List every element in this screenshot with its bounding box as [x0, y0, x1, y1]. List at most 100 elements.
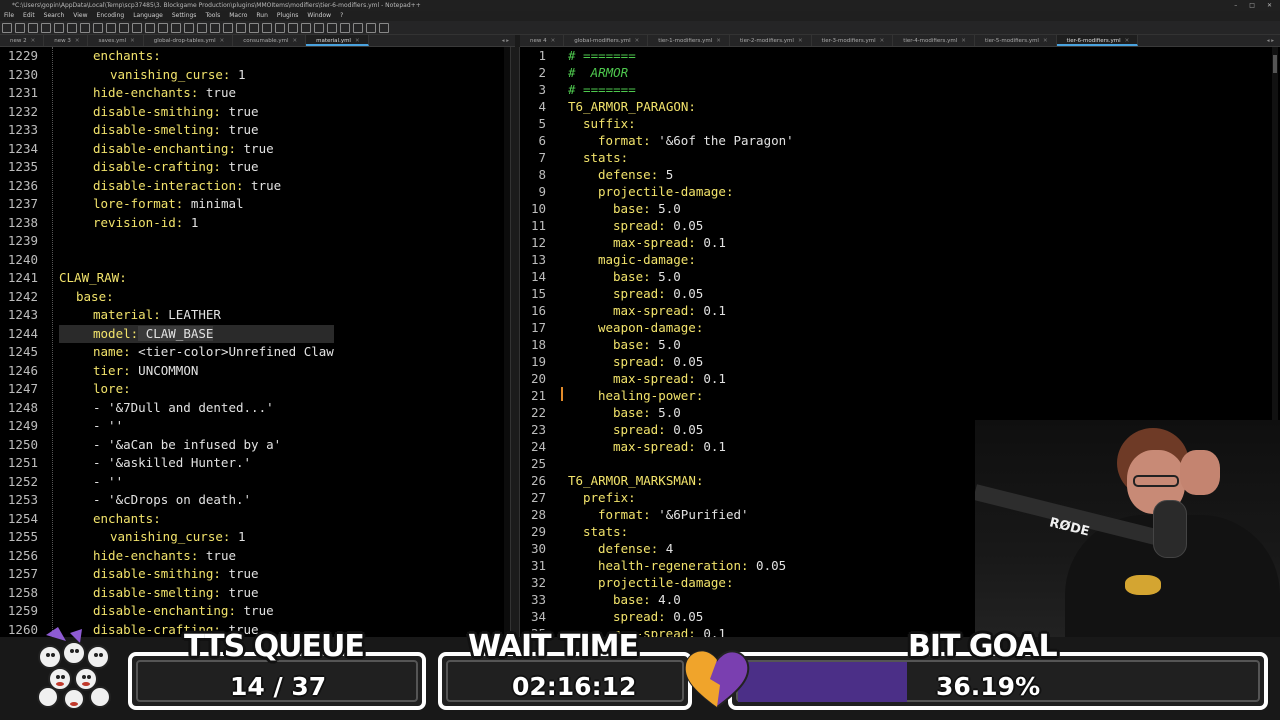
tab-global-modifiers-yml[interactable]: global-modifiers.yml ✕ — [564, 35, 649, 46]
toolbar-button-icon[interactable] — [28, 22, 38, 33]
code-line[interactable]: base: 5.0 — [568, 200, 794, 217]
toolbar-button-icon[interactable] — [67, 22, 77, 33]
menu-item-macro[interactable]: Macro — [229, 11, 247, 21]
code-line[interactable]: revision-id: 1 — [59, 214, 334, 233]
tab-tier-3-modifiers-yml[interactable]: tier-3-modifiers.yml ✕ — [812, 35, 894, 46]
menu-item-search[interactable]: Search — [44, 11, 65, 21]
code-line[interactable]: lore: — [59, 380, 334, 399]
toolbar-button-icon[interactable] — [340, 22, 350, 33]
menu-item-encoding[interactable]: Encoding — [97, 11, 125, 21]
code-line[interactable]: disable-enchanting: true — [59, 140, 334, 159]
toolbar-button-icon[interactable] — [171, 22, 181, 33]
toolbar-button-icon[interactable] — [262, 22, 272, 33]
code-line[interactable]: disable-smelting: true — [59, 584, 334, 603]
tab-scroll-icon[interactable]: ◂ ▸ — [496, 35, 515, 46]
close-tab-icon[interactable]: ✕ — [880, 38, 885, 44]
close-tab-icon[interactable]: ✕ — [220, 38, 225, 44]
code-line[interactable]: base: 4.0 — [568, 591, 794, 608]
code-line[interactable]: material: LEATHER — [59, 306, 334, 325]
code-line[interactable]: projectile-damage: — [568, 574, 794, 591]
close-tab-icon[interactable]: ✕ — [1125, 38, 1130, 44]
code-line[interactable]: T6_ARMOR_MARKSMAN: — [568, 472, 794, 489]
toolbar-button-icon[interactable] — [119, 22, 129, 33]
code-area[interactable]: # ======= # ARMOR # ======= T6_ARMOR_PARAGO… — [568, 47, 794, 637]
code-line[interactable]: magic-damage: — [568, 251, 794, 268]
code-line[interactable]: prefix: — [568, 489, 794, 506]
toolbar-button-icon[interactable] — [223, 22, 233, 33]
menu-item-settings[interactable]: Settings — [172, 11, 197, 21]
code-line[interactable]: - '&askilled Hunter.' — [59, 454, 334, 473]
toolbar-button-icon[interactable] — [41, 22, 51, 33]
tab-tier-4-modifiers-yml[interactable]: tier-4-modifiers.yml ✕ — [893, 35, 975, 46]
close-tab-icon[interactable]: ✕ — [635, 38, 640, 44]
code-line[interactable]: stats: — [568, 523, 794, 540]
code-line[interactable]: disable-smithing: true — [59, 103, 334, 122]
code-line[interactable]: defense: 4 — [568, 540, 794, 557]
close-tab-icon[interactable]: ✕ — [798, 38, 803, 44]
code-line[interactable]: vanishing_curse: 1 — [59, 66, 334, 85]
code-line[interactable]: spread: 0.05 — [568, 217, 794, 234]
toolbar-button-icon[interactable] — [353, 22, 363, 33]
minimize-icon[interactable]: – — [1234, 0, 1237, 11]
code-line[interactable]: disable-enchanting: true — [59, 602, 334, 621]
tab-new-4[interactable]: new 4 ✕ — [520, 35, 565, 46]
code-line[interactable]: # ======= — [568, 81, 794, 98]
code-line[interactable]: base: 5.0 — [568, 404, 794, 421]
tab-consumable-yml[interactable]: consumable.yml ✕ — [233, 35, 307, 46]
tab-scroll-icon[interactable]: ◂ ▸ — [1261, 35, 1280, 46]
toolbar-button-icon[interactable] — [197, 22, 207, 33]
toolbar-button-icon[interactable] — [314, 22, 324, 33]
tab-new-3[interactable]: new 3 ✕ — [44, 35, 89, 46]
tab-new-2[interactable]: new 2 ✕ — [0, 35, 45, 46]
code-line[interactable] — [59, 232, 334, 251]
code-line[interactable]: hide-enchants: true — [59, 84, 334, 103]
view-splitter[interactable] — [510, 47, 520, 637]
close-icon[interactable]: ✕ — [1267, 0, 1272, 11]
code-line[interactable]: max-spread: 0.1 — [568, 234, 794, 251]
code-line[interactable]: hide-enchants: true — [59, 547, 334, 566]
menu-item-[interactable]: ? — [340, 11, 343, 21]
code-line[interactable] — [59, 251, 334, 270]
code-line[interactable]: healing-power: — [568, 387, 794, 404]
toolbar-button-icon[interactable] — [158, 22, 168, 33]
code-line[interactable] — [568, 455, 794, 472]
close-tab-icon[interactable]: ✕ — [716, 38, 721, 44]
menu-item-view[interactable]: View — [73, 11, 87, 21]
code-line[interactable]: CLAW_RAW: — [59, 269, 334, 288]
code-line[interactable]: spread: 0.05 — [568, 421, 794, 438]
code-line[interactable]: defense: 5 — [568, 166, 794, 183]
close-tab-icon[interactable]: ✕ — [75, 38, 80, 44]
menu-item-plugins[interactable]: Plugins — [277, 11, 299, 21]
scrollbar-thumb[interactable] — [1273, 55, 1277, 73]
toolbar-button-icon[interactable] — [93, 22, 103, 33]
code-line[interactable]: - '&aCan be infused by a' — [59, 436, 334, 455]
code-line[interactable]: base: 5.0 — [568, 268, 794, 285]
close-tab-icon[interactable]: ✕ — [130, 38, 135, 44]
toolbar-button-icon[interactable] — [327, 22, 337, 33]
close-tab-icon[interactable]: ✕ — [551, 38, 556, 44]
toolbar-button-icon[interactable] — [275, 22, 285, 33]
toolbar-button-icon[interactable] — [2, 22, 12, 33]
toolbar-button-icon[interactable] — [236, 22, 246, 33]
code-line[interactable]: enchants: — [59, 47, 334, 66]
menu-item-language[interactable]: Language — [133, 11, 163, 21]
code-line[interactable]: model: CLAW_BASE — [59, 324, 334, 343]
code-line[interactable]: # ARMOR — [568, 64, 794, 81]
toolbar-button-icon[interactable] — [301, 22, 311, 33]
tab-global-drop-tables-yml[interactable]: global-drop-tables.yml ✕ — [144, 35, 234, 46]
code-line[interactable]: max-spread: 0.1 — [568, 302, 794, 319]
toolbar-button-icon[interactable] — [54, 22, 64, 33]
code-line[interactable]: max-spread: 0.1 — [568, 370, 794, 387]
toolbar-button-icon[interactable] — [184, 22, 194, 33]
menu-item-edit[interactable]: Edit — [23, 11, 35, 21]
editor-left[interactable]: 1229 1230 1231 1232 1233 1234 1235 1236 1237 1238… — [0, 47, 510, 637]
maximize-icon[interactable]: □ — [1249, 0, 1255, 11]
toolbar-button-icon[interactable] — [106, 22, 116, 33]
code-line[interactable]: max-spread: 0.1 — [568, 438, 794, 455]
code-line[interactable]: - '' — [59, 473, 334, 492]
code-line[interactable]: disable-crafting: true — [59, 158, 334, 177]
close-tab-icon[interactable]: ✕ — [1043, 38, 1048, 44]
code-line[interactable]: spread: 0.05 — [568, 353, 794, 370]
toolbar-button-icon[interactable] — [288, 22, 298, 33]
tab-material-yml[interactable]: material.yml ✕ — [306, 35, 369, 46]
